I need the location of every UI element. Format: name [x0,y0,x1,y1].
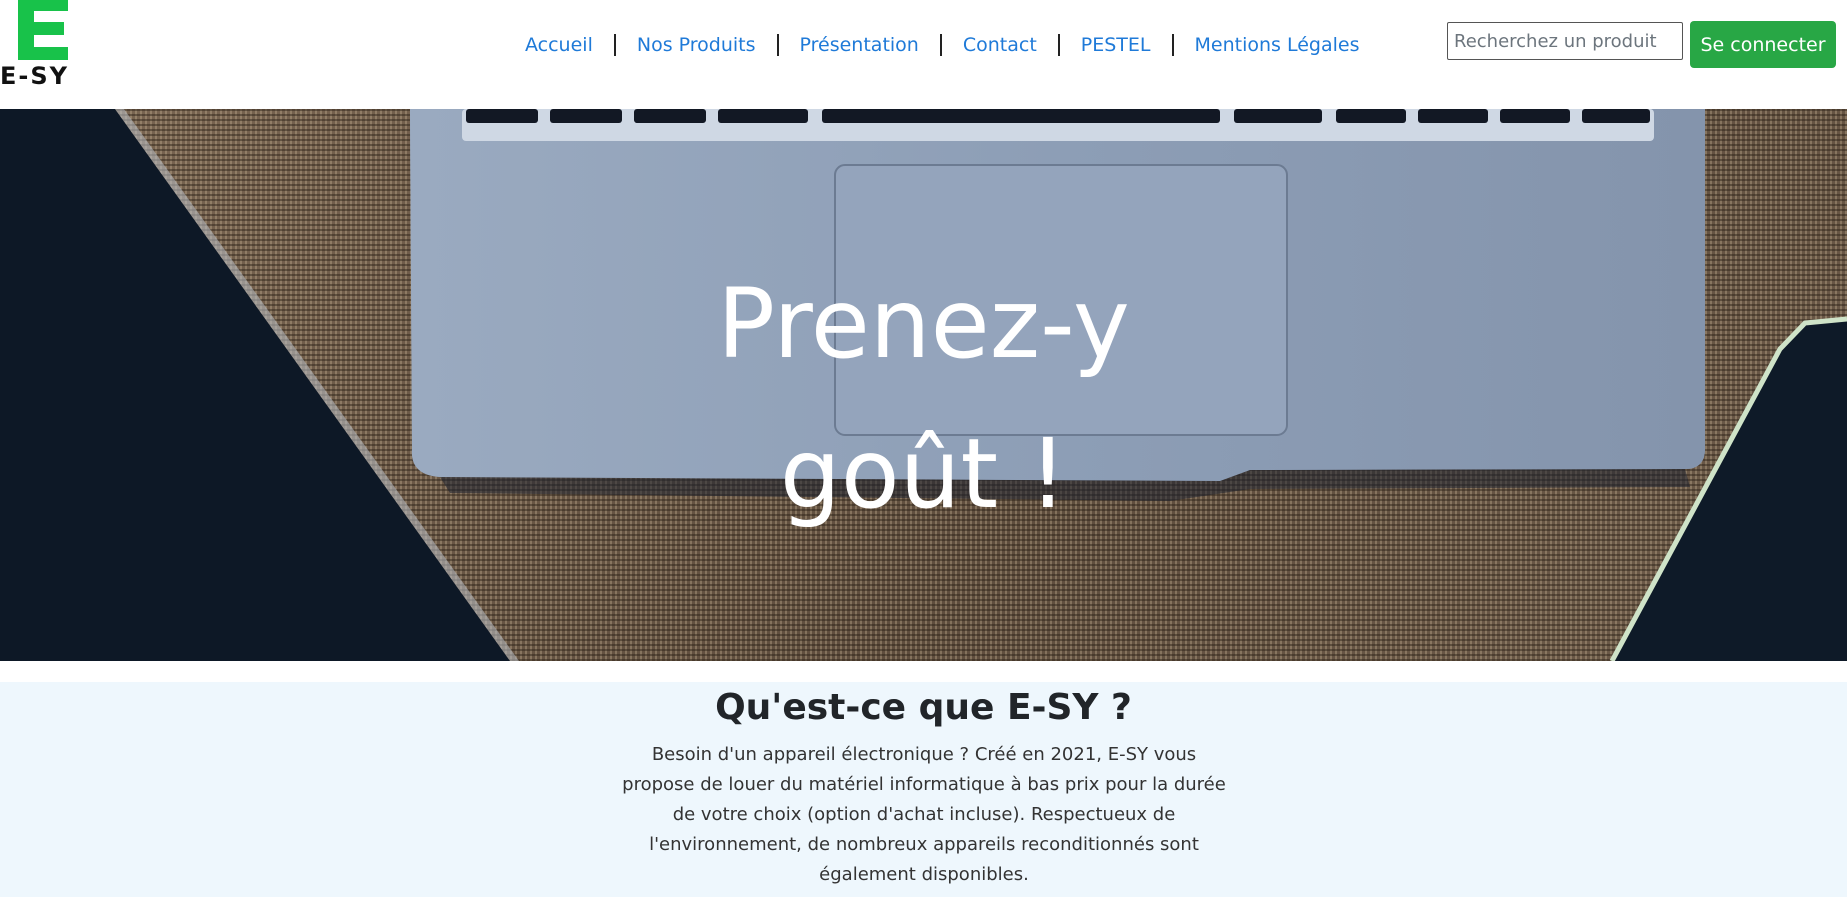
hero-title-line-2: goût ! [779,418,1068,530]
top-navbar: E-SY Accueil Nos Produits Présentation C… [0,0,1847,109]
nav-link-accueil[interactable]: Accueil [504,30,614,60]
main-nav: Accueil Nos Produits Présentation Contac… [504,30,1380,60]
hero-banner: Prenez-y goût ! [0,109,1847,661]
logo-e-icon [18,0,68,60]
nav-link-mentions-legales[interactable]: Mentions Légales [1174,30,1381,60]
product-search-input[interactable] [1447,22,1683,60]
logo-text: E-SY [0,62,70,90]
about-title: Qu'est-ce que E-SY ? [715,687,1132,728]
login-button[interactable]: Se connecter [1690,21,1836,68]
nav-link-pestel[interactable]: PESTEL [1060,30,1172,60]
hero-title: Prenez-y goût ! [0,249,1847,549]
hero-title-line-1: Prenez-y [717,268,1130,380]
nav-link-presentation[interactable]: Présentation [779,30,940,60]
brand-logo[interactable]: E-SY [0,0,92,92]
nav-link-nos-produits[interactable]: Nos Produits [616,30,777,60]
nav-link-contact[interactable]: Contact [942,30,1058,60]
about-description: Besoin d'un appareil électronique ? Créé… [622,744,1226,885]
